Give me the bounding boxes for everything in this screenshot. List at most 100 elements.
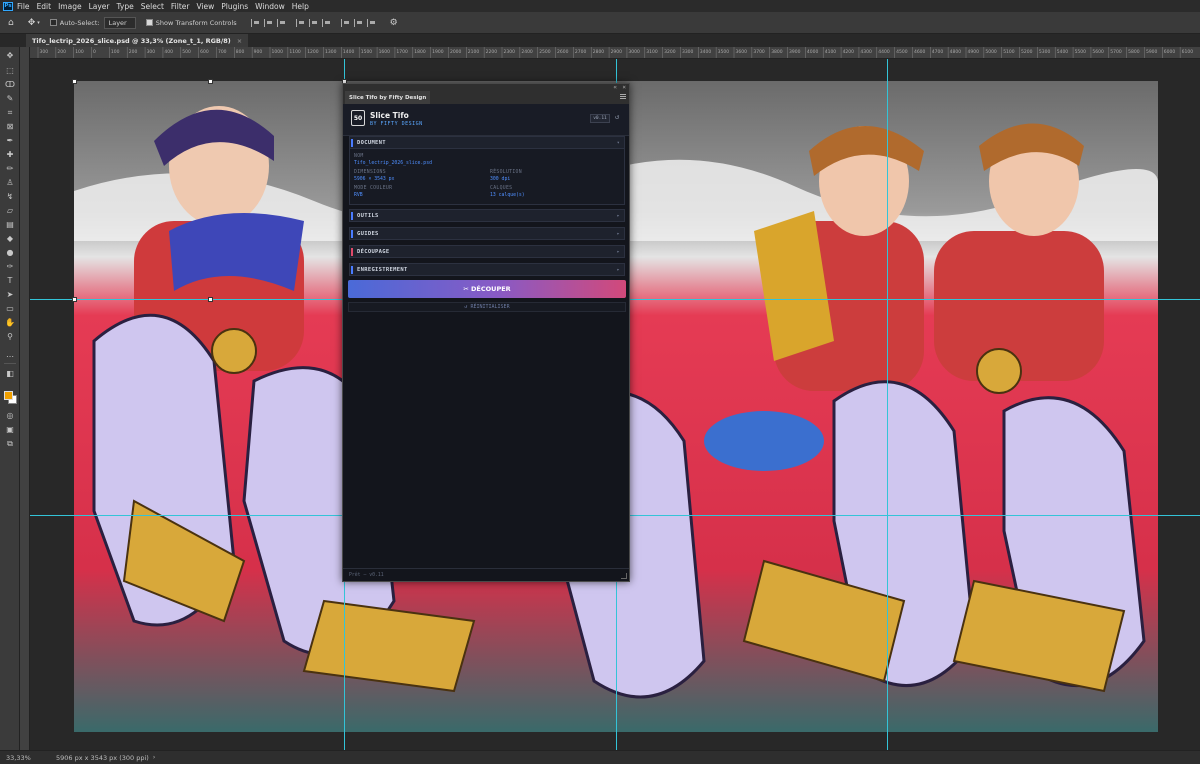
quick-mask-icon[interactable]: ◎ xyxy=(5,411,15,420)
menu-view[interactable]: View xyxy=(196,2,214,11)
close-panel-icon[interactable]: × xyxy=(622,84,626,91)
section-decoupage[interactable]: DÉCOUPAGE ▸ xyxy=(349,245,625,258)
layer-select[interactable]: Layer xyxy=(103,16,136,29)
eraser-tool-icon[interactable]: ▱ xyxy=(5,206,15,215)
vertical-ruler[interactable] xyxy=(20,47,30,750)
pen-tool-icon[interactable]: ✑ xyxy=(5,262,15,271)
screen-mode-icon[interactable]: ▣ xyxy=(5,425,15,434)
align-top-icon[interactable] xyxy=(295,18,305,27)
dodge-tool-icon[interactable]: ● xyxy=(5,248,15,257)
marquee-tool-icon[interactable]: ⬚ xyxy=(5,66,15,75)
panel-tab-strip[interactable]: Slice Tifo by Fifty Design « × xyxy=(343,84,629,104)
resize-grip-icon[interactable] xyxy=(621,573,627,579)
edit-toolbar-icon[interactable]: ⋯ xyxy=(5,352,15,361)
transform-handle[interactable] xyxy=(72,79,77,84)
settings-gear-icon[interactable]: ⚙ xyxy=(390,18,398,28)
ruler-tick-label: 2300 xyxy=(504,49,516,55)
show-transform-checkbox[interactable] xyxy=(145,19,153,26)
auto-select-label: Auto-Select: xyxy=(59,18,100,27)
close-tab-icon[interactable]: × xyxy=(237,37,242,45)
document-tab[interactable]: Tifo_lectrip_2026_slice.psd @ 33,3% (Zon… xyxy=(26,34,249,47)
menu-select[interactable]: Select xyxy=(141,2,164,11)
section-guides[interactable]: GUIDES ▸ xyxy=(349,227,625,240)
show-transform-label: Show Transform Controls xyxy=(155,18,237,27)
ruler-tick-label: 4200 xyxy=(843,49,855,55)
status-chevron-icon[interactable]: › xyxy=(153,754,155,761)
panel-menu-icon[interactable] xyxy=(620,94,626,99)
menu-layer[interactable]: Layer xyxy=(89,2,110,11)
auto-select-checkbox[interactable] xyxy=(49,19,57,26)
align-bottom-icon[interactable] xyxy=(321,18,331,27)
zoom-tool-icon[interactable]: ⚲ xyxy=(5,332,15,341)
slice-tifo-panel: Slice Tifo by Fifty Design « × 50 Slice … xyxy=(342,83,630,582)
transform-handle[interactable] xyxy=(208,79,213,84)
quick-select-tool-icon[interactable]: ✎ xyxy=(5,94,15,103)
reinitialiser-button[interactable]: ↺ RÉINITIALISER xyxy=(348,302,626,312)
panel-tab[interactable]: Slice Tifo by Fifty Design xyxy=(345,91,431,104)
menu-edit[interactable]: Edit xyxy=(37,2,52,11)
frame-tool-icon[interactable]: ⊠ xyxy=(5,122,15,131)
section-document[interactable]: DOCUMENT ▾ xyxy=(349,136,625,149)
photoshop-logo-icon[interactable]: Ps xyxy=(3,1,13,11)
move-tool-icon[interactable]: ✥ xyxy=(28,18,36,28)
ruler-tick-label: 400 xyxy=(164,49,173,55)
ruler-tick-label: 2800 xyxy=(593,49,605,55)
distribute-3-icon[interactable] xyxy=(366,18,376,27)
distribute-icon[interactable] xyxy=(340,18,350,27)
chevron-right-icon: ▸ xyxy=(616,231,620,237)
menu-plugins[interactable]: Plugins xyxy=(221,2,248,11)
lasso-tool-icon[interactable]: ↀ xyxy=(5,80,15,89)
transform-handle[interactable] xyxy=(208,297,213,302)
brush-tool-icon[interactable]: ✏ xyxy=(5,164,15,173)
menu-help[interactable]: Help xyxy=(292,2,309,11)
blue-cloth xyxy=(704,411,824,471)
collapse-panel-icon[interactable]: « xyxy=(613,84,617,91)
section-accent xyxy=(351,212,353,220)
artboard-icon[interactable]: ⧉ xyxy=(5,439,15,448)
crop-tool-icon[interactable]: ⌗ xyxy=(5,108,15,117)
eyedropper-tool-icon[interactable]: ✒ xyxy=(5,136,15,145)
hand-tool-icon[interactable]: ✋ xyxy=(5,318,15,327)
ruler-tick-label: 2700 xyxy=(575,49,587,55)
section-accent xyxy=(351,139,353,147)
guide-vertical-3[interactable] xyxy=(887,59,888,750)
document-info[interactable]: 5906 px x 3543 px (300 ppi) xyxy=(56,754,149,762)
ruler-tick-label: 5500 xyxy=(1075,49,1087,55)
zoom-level[interactable]: 33,33% xyxy=(6,754,56,762)
menu-filter[interactable]: Filter xyxy=(171,2,190,11)
home-icon[interactable]: ⌂ xyxy=(8,18,14,28)
rectangle-tool-icon[interactable]: ▭ xyxy=(5,304,15,313)
refresh-icon[interactable]: ↺ xyxy=(615,113,619,121)
section-outils[interactable]: OUTILS ▸ xyxy=(349,209,625,222)
type-tool-icon[interactable]: T xyxy=(5,276,15,285)
transform-handle[interactable] xyxy=(72,297,77,302)
menu-type[interactable]: Type xyxy=(117,2,134,11)
horizontal-ruler[interactable]: 300 200 100 0 100 200 300 400 500 600 700 800 900 100… xyxy=(30,47,1200,59)
align-right-icon[interactable] xyxy=(276,18,286,27)
path-selection-tool-icon[interactable]: ➤ xyxy=(5,290,15,299)
healing-brush-tool-icon[interactable]: ✚ xyxy=(5,150,15,159)
section-enregistrement[interactable]: ENREGISTREMENT ▸ xyxy=(349,263,625,276)
align-left-icon[interactable] xyxy=(250,18,260,27)
document-tab-title: Tifo_lectrip_2026_slice.psd @ 33,3% (Zon… xyxy=(32,36,231,45)
decouper-button[interactable]: ✂ DÉCOUPER xyxy=(348,280,626,298)
distribute-2-icon[interactable] xyxy=(353,18,363,27)
menu-file[interactable]: File xyxy=(17,2,30,11)
tool-preset-chevron-icon[interactable]: ▾ xyxy=(37,20,40,26)
ruler-tick-label: 3900 xyxy=(789,49,801,55)
chevron-right-icon: ▸ xyxy=(616,267,620,273)
move-tool-icon[interactable]: ✥ xyxy=(5,51,15,60)
ruler-tick-label: 5900 xyxy=(1146,49,1158,55)
ruler-tick-label: 200 xyxy=(129,49,138,55)
default-colors-icon[interactable]: ◧ xyxy=(5,369,15,378)
align-center-icon[interactable] xyxy=(263,18,273,27)
gradient-tool-icon[interactable]: ▤ xyxy=(5,220,15,229)
foreground-color-swatch[interactable] xyxy=(4,391,13,400)
menu-window[interactable]: Window xyxy=(255,2,285,11)
history-brush-tool-icon[interactable]: ↯ xyxy=(5,192,15,201)
blur-tool-icon[interactable]: ◆ xyxy=(5,234,15,243)
clone-stamp-tool-icon[interactable]: ♙ xyxy=(5,178,15,187)
align-middle-icon[interactable] xyxy=(308,18,318,27)
section-decoupage-label: DÉCOUPAGE xyxy=(357,248,390,255)
menu-image[interactable]: Image xyxy=(58,2,82,11)
